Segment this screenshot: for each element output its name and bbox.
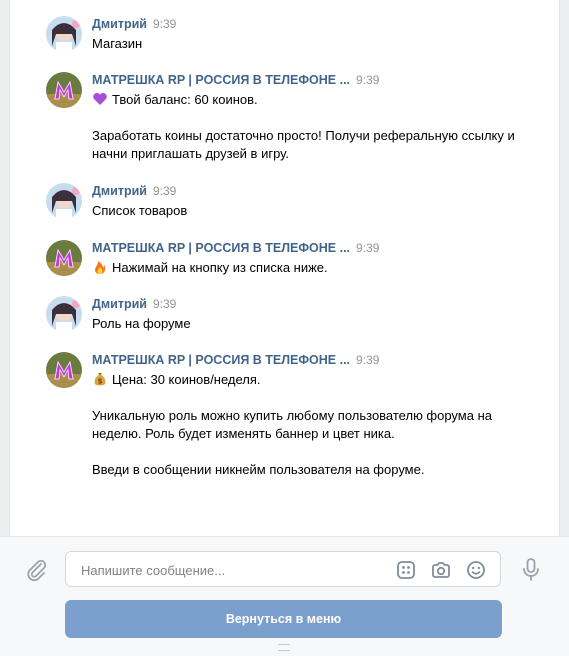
fire-icon — [95, 261, 106, 274]
message-time: 9:39 — [152, 17, 177, 31]
message-time: 9:39 — [356, 73, 380, 87]
message-text: Список товаров — [92, 203, 188, 218]
avatar-user[interactable] — [46, 296, 82, 332]
avatar-bot[interactable] — [46, 72, 82, 108]
emoji-icon[interactable] — [465, 559, 487, 581]
money-bag-icon: $ — [94, 373, 106, 386]
composer: Вернуться в меню — [0, 536, 569, 656]
avatar-bot[interactable] — [46, 240, 82, 276]
author-name[interactable]: Дмитрий 9:39 — [92, 183, 176, 199]
bot-keyboard-icon[interactable] — [395, 559, 417, 581]
message-time: 9:39 — [356, 241, 380, 255]
message-text: $ Цена: 30 коинов/неделя. Уникальную роль… — [92, 372, 492, 477]
message-text: Нажимай на кнопку из списка ниже. — [92, 259, 532, 277]
author-name[interactable]: Дмитрий 9:39 — [92, 296, 176, 312]
avatar-user[interactable] — [46, 16, 82, 52]
svg-text:$: $ — [98, 378, 103, 386]
message-text: Роль на форуме — [92, 316, 191, 331]
paperclip-icon[interactable] — [24, 557, 50, 583]
message-text: Магазин — [92, 36, 143, 51]
avatar-bot[interactable] — [46, 352, 82, 388]
author-name[interactable]: МАТРЕШКА RP | РОССИЯ В ТЕЛЕФОНЕ ... 9:39 — [92, 352, 379, 368]
message-history: Дмитрий 9:39 Магазин МАТРЕШКА RP | РОССИЯ… — [9, 0, 560, 536]
microphone-icon[interactable] — [520, 557, 542, 583]
purple-heart-icon — [93, 93, 107, 105]
message-input-box — [65, 551, 501, 588]
message-input[interactable] — [79, 552, 383, 588]
message-time: 9:39 — [152, 297, 177, 311]
message-time: 9:39 — [356, 353, 380, 367]
author-name[interactable]: Дмитрий 9:39 — [92, 16, 176, 32]
resize-handle[interactable] — [278, 644, 290, 651]
avatar-user[interactable] — [46, 183, 82, 219]
camera-icon[interactable] — [430, 559, 452, 581]
message-time: 9:39 — [152, 184, 177, 198]
author-name[interactable]: МАТРЕШКА RP | РОССИЯ В ТЕЛЕФОНЕ ... 9:39 — [92, 72, 379, 88]
message-text: Твой баланс: 60 коинов. Заработать коины… — [92, 92, 515, 161]
return-to-menu-button[interactable]: Вернуться в меню — [65, 600, 502, 638]
author-name[interactable]: МАТРЕШКА RP | РОССИЯ В ТЕЛЕФОНЕ ... 9:39 — [92, 240, 379, 256]
